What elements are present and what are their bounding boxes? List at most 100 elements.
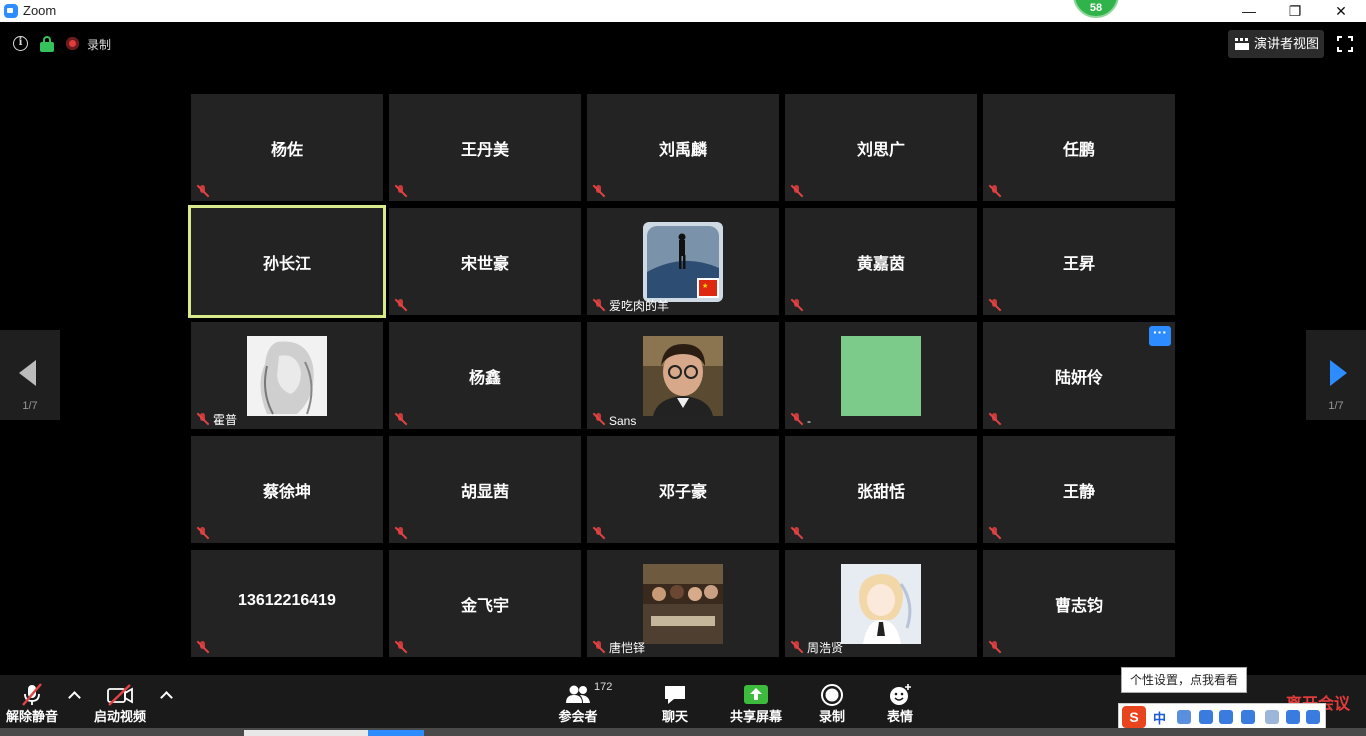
participant-tile[interactable]: 唐恺铎 (587, 550, 779, 657)
participant-name: 金飞宇 (460, 598, 509, 615)
participant-tile[interactable]: 任鹏 (983, 94, 1175, 201)
muted-microphone-icon (395, 527, 407, 539)
info-icon[interactable]: i (13, 36, 28, 51)
taskbar-item-active[interactable] (368, 730, 424, 736)
punctuation-icon[interactable] (1177, 710, 1191, 724)
participant-tile[interactable]: 孙长江 (188, 205, 386, 318)
skin-icon[interactable] (1286, 710, 1300, 724)
chevron-right-icon (1330, 360, 1347, 386)
participant-name: - (807, 414, 811, 428)
user-icon[interactable] (1265, 710, 1279, 724)
participant-name: 蔡徐坤 (262, 484, 311, 501)
meeting-timer-badge: 58 (1073, 0, 1119, 18)
participant-name: Sans (609, 414, 637, 428)
participant-tile[interactable]: 张甜恬 (785, 436, 977, 543)
muted-microphone-icon (791, 641, 803, 653)
participant-tile[interactable]: 13612216419 (191, 550, 383, 657)
participant-tile[interactable]: 霍普 (191, 322, 383, 429)
participant-tile[interactable]: 陆妍伶 ··· (983, 322, 1175, 429)
zoom-logo-icon (4, 4, 18, 18)
photo-avatar (643, 336, 723, 416)
chat-button[interactable]: 聊天 (650, 675, 700, 728)
participant-tile[interactable]: 曹志钧 (983, 550, 1175, 657)
lock-icon[interactable] (40, 36, 54, 52)
voice-input-icon[interactable] (1219, 710, 1233, 724)
participant-name: 刘思广 (856, 142, 905, 159)
participant-tile[interactable]: 邓子豪 (587, 436, 779, 543)
participant-tile[interactable]: 杨佐 (191, 94, 383, 201)
participant-tile[interactable]: 杨鑫 (389, 322, 581, 429)
minimize-button[interactable]: — (1226, 0, 1272, 22)
muted-microphone-icon (593, 185, 605, 197)
participant-tile[interactable]: 金飞宇 (389, 550, 581, 657)
participant-tile[interactable]: - (785, 322, 977, 429)
recording-icon (66, 37, 79, 50)
muted-microphone-icon (197, 527, 209, 539)
reactions-label: 表情 (886, 709, 913, 724)
audio-options-caret[interactable] (67, 688, 81, 702)
participant-tile[interactable]: 刘思广 (785, 94, 977, 201)
reactions-button[interactable]: 表情 (876, 675, 924, 728)
ime-mode-toggle[interactable]: 中 (1153, 708, 1166, 727)
muted-microphone-icon (395, 185, 407, 197)
participant-tile[interactable]: 周浩贤 (785, 550, 977, 657)
participant-tile[interactable]: 黄嘉茵 (785, 208, 977, 315)
muted-microphone-icon (197, 641, 209, 653)
start-video-label: 启动视频 (93, 709, 146, 724)
maximize-button[interactable]: ❐ (1272, 0, 1318, 22)
unmute-button[interactable]: 解除静音 (0, 675, 64, 728)
participant-tile[interactable]: 刘禹麟 (587, 94, 779, 201)
participant-name: 黄嘉茵 (856, 256, 905, 273)
next-page-indicator: 1/7 (1328, 400, 1344, 412)
participant-name: 宋世豪 (460, 256, 509, 273)
participant-tile[interactable]: 王静 (983, 436, 1175, 543)
record-label: 录制 (818, 709, 845, 724)
record-button[interactable]: 录制 (808, 675, 856, 728)
video-options-caret[interactable] (159, 688, 173, 702)
keyboard-icon[interactable] (1241, 710, 1255, 724)
fullscreen-icon[interactable] (1337, 36, 1353, 52)
muted-microphone-icon (395, 413, 407, 425)
participants-label: 参会者 (558, 709, 598, 724)
close-button[interactable]: ✕ (1318, 0, 1364, 22)
participant-name: 曹志钧 (1054, 598, 1103, 615)
ime-tooltip: 个性设置，点我看看 (1121, 667, 1247, 693)
participant-name: 陆妍伶 (1054, 370, 1103, 387)
sogou-logo-icon[interactable]: S (1122, 706, 1146, 728)
muted-microphone-icon (791, 527, 803, 539)
ime-toolbar[interactable]: S 中 (1118, 703, 1326, 730)
participant-name: 王丹美 (460, 142, 509, 159)
speaker-view-button[interactable]: 演讲者视图 (1228, 30, 1324, 58)
reactions-icon (890, 684, 911, 705)
share-screen-button[interactable]: 共享屏幕 (724, 675, 788, 728)
participant-tile[interactable]: 胡显茜 (389, 436, 581, 543)
muted-microphone-icon (197, 185, 209, 197)
previous-page-button[interactable]: 1/7 (0, 330, 60, 420)
participants-count: 172 (594, 681, 613, 693)
landscape-avatar: ★ (643, 222, 723, 302)
participant-name: 王静 (1062, 484, 1095, 501)
chat-icon (665, 686, 685, 704)
participant-tile[interactable]: 宋世豪 (389, 208, 581, 315)
emoji-icon[interactable] (1199, 710, 1213, 724)
toolbox-grid-icon[interactable] (1306, 710, 1320, 724)
participant-name: 张甜恬 (856, 484, 905, 501)
participant-tile[interactable]: Sans (587, 322, 779, 429)
next-page-button[interactable]: 1/7 (1306, 330, 1366, 420)
taskbar-item[interactable] (244, 730, 368, 736)
muted-microphone-icon (989, 527, 1001, 539)
start-video-button[interactable]: 启动视频 (88, 675, 152, 728)
participant-tile[interactable]: 王昇 (983, 208, 1175, 315)
participant-name: 杨佐 (270, 142, 303, 159)
participant-name: 周浩贤 (807, 641, 844, 655)
muted-microphone-icon (791, 185, 803, 197)
title-bar: Zoom 58 — ❐ ✕ (0, 0, 1366, 22)
participant-tile[interactable]: ★ 爱吃肉的羊 (587, 208, 779, 315)
muted-microphone-icon (989, 185, 1001, 197)
participant-tile[interactable]: 蔡徐坤 (191, 436, 383, 543)
muted-microphone-icon (22, 683, 42, 706)
more-options-button[interactable]: ··· (1149, 325, 1171, 346)
recording-label: 录制 (87, 38, 112, 52)
participant-name: 唐恺铎 (609, 641, 646, 655)
participant-tile[interactable]: 王丹美 (389, 94, 581, 201)
